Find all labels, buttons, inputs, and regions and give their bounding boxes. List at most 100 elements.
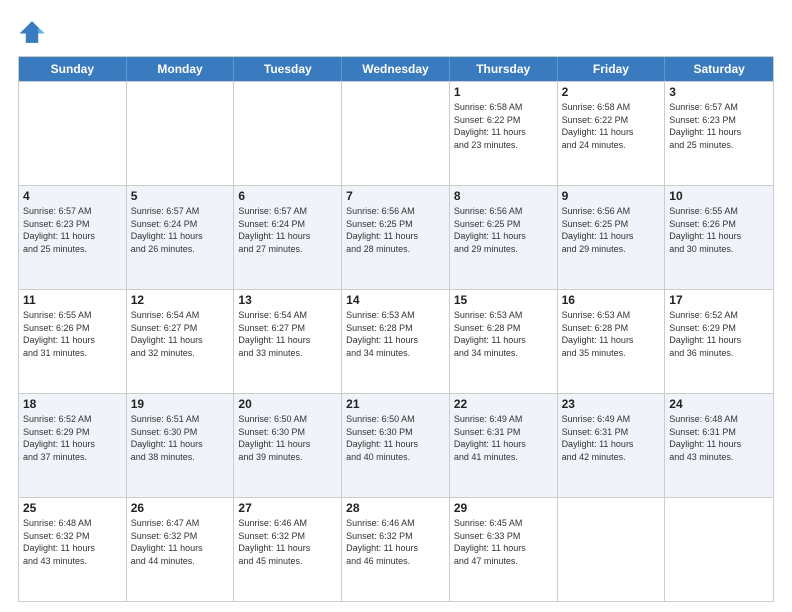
calendar-header-sunday: Sunday	[19, 57, 127, 81]
day-info: Sunrise: 6:53 AM Sunset: 6:28 PM Dayligh…	[346, 309, 445, 359]
day-info: Sunrise: 6:53 AM Sunset: 6:28 PM Dayligh…	[562, 309, 661, 359]
calendar-cell-w4d1: 26Sunrise: 6:47 AM Sunset: 6:32 PM Dayli…	[127, 498, 235, 601]
calendar-cell-w3d6: 24 Sunrise: 6:48 AM Sunset: 6:31 PM Dayli…	[665, 394, 773, 497]
day-info: Sunrise: 6:50 AM Sunset: 6:30 PM Dayligh…	[346, 413, 445, 463]
day-info: Sunrise: 6:51 AM Sunset: 6:30 PM Dayligh…	[131, 413, 230, 463]
day-number: 4	[23, 189, 122, 203]
day-info: Sunrise: 6:52 AM Sunset: 6:29 PM Dayligh…	[23, 413, 122, 463]
day-number: 15	[454, 293, 553, 307]
day-info: Sunrise: 6:53 AM Sunset: 6:28 PM Dayligh…	[454, 309, 553, 359]
calendar-cell-w3d1: 19Sunrise: 6:51 AM Sunset: 6:30 PM Dayli…	[127, 394, 235, 497]
day-number: 11	[23, 293, 122, 307]
header	[18, 18, 774, 46]
day-number: 28	[346, 501, 445, 515]
calendar-cell-w2d3: 14 Sunrise: 6:53 AM Sunset: 6:28 PM Dayli…	[342, 290, 450, 393]
calendar-week-3: 18 Sunrise: 6:52 AM Sunset: 6:29 PM Dayli…	[19, 393, 773, 497]
calendar-cell-w3d0: 18 Sunrise: 6:52 AM Sunset: 6:29 PM Dayli…	[19, 394, 127, 497]
calendar-week-2: 11 Sunrise: 6:55 AM Sunset: 6:26 PM Dayli…	[19, 289, 773, 393]
day-info: Sunrise: 6:54 AM Sunset: 6:27 PM Dayligh…	[238, 309, 337, 359]
calendar-cell-w4d0: 25 Sunrise: 6:48 AM Sunset: 6:32 PM Dayli…	[19, 498, 127, 601]
logo	[18, 18, 50, 46]
day-info: Sunrise: 6:48 AM Sunset: 6:32 PM Dayligh…	[23, 517, 122, 567]
calendar-cell-w2d6: 17 Sunrise: 6:52 AM Sunset: 6:29 PM Dayli…	[665, 290, 773, 393]
day-info: Sunrise: 6:48 AM Sunset: 6:31 PM Dayligh…	[669, 413, 769, 463]
calendar-cell-w0d2	[234, 82, 342, 185]
calendar-cell-w2d2: 13 Sunrise: 6:54 AM Sunset: 6:27 PM Dayli…	[234, 290, 342, 393]
calendar-cell-w1d1: 5 Sunrise: 6:57 AM Sunset: 6:24 PM Daylig…	[127, 186, 235, 289]
calendar-cell-w1d3: 7 Sunrise: 6:56 AM Sunset: 6:25 PM Daylig…	[342, 186, 450, 289]
calendar-cell-w1d4: 8 Sunrise: 6:56 AM Sunset: 6:25 PM Daylig…	[450, 186, 558, 289]
logo-icon	[18, 18, 46, 46]
calendar-header-row: SundayMondayTuesdayWednesdayThursdayFrid…	[19, 57, 773, 81]
page: SundayMondayTuesdayWednesdayThursdayFrid…	[0, 0, 792, 612]
calendar-cell-w3d3: 21 Sunrise: 6:50 AM Sunset: 6:30 PM Dayli…	[342, 394, 450, 497]
calendar-cell-w4d3: 28 Sunrise: 6:46 AM Sunset: 6:32 PM Dayli…	[342, 498, 450, 601]
day-number: 25	[23, 501, 122, 515]
day-info: Sunrise: 6:46 AM Sunset: 6:32 PM Dayligh…	[346, 517, 445, 567]
calendar-cell-w4d6	[665, 498, 773, 601]
calendar-cell-w1d6: 10 Sunrise: 6:55 AM Sunset: 6:26 PM Dayli…	[665, 186, 773, 289]
calendar-header-wednesday: Wednesday	[342, 57, 450, 81]
calendar-week-4: 25 Sunrise: 6:48 AM Sunset: 6:32 PM Dayli…	[19, 497, 773, 601]
day-info: Sunrise: 6:57 AM Sunset: 6:24 PM Dayligh…	[131, 205, 230, 255]
calendar-cell-w3d2: 20 Sunrise: 6:50 AM Sunset: 6:30 PM Dayli…	[234, 394, 342, 497]
day-number: 12	[131, 293, 230, 307]
day-info: Sunrise: 6:57 AM Sunset: 6:23 PM Dayligh…	[669, 101, 769, 151]
calendar-cell-w0d3	[342, 82, 450, 185]
calendar-week-0: 1 Sunrise: 6:58 AM Sunset: 6:22 PM Daylig…	[19, 81, 773, 185]
calendar-cell-w0d5: 2 Sunrise: 6:58 AM Sunset: 6:22 PM Daylig…	[558, 82, 666, 185]
day-info: Sunrise: 6:58 AM Sunset: 6:22 PM Dayligh…	[562, 101, 661, 151]
day-number: 2	[562, 85, 661, 99]
calendar-cell-w2d5: 16 Sunrise: 6:53 AM Sunset: 6:28 PM Dayli…	[558, 290, 666, 393]
calendar-cell-w0d1	[127, 82, 235, 185]
day-number: 21	[346, 397, 445, 411]
day-number: 24	[669, 397, 769, 411]
day-number: 5	[131, 189, 230, 203]
day-number: 6	[238, 189, 337, 203]
day-number: 1	[454, 85, 553, 99]
day-number: 3	[669, 85, 769, 99]
day-info: Sunrise: 6:55 AM Sunset: 6:26 PM Dayligh…	[23, 309, 122, 359]
calendar-cell-w3d4: 22Sunrise: 6:49 AM Sunset: 6:31 PM Dayli…	[450, 394, 558, 497]
day-number: 27	[238, 501, 337, 515]
calendar-body: 1 Sunrise: 6:58 AM Sunset: 6:22 PM Daylig…	[19, 81, 773, 601]
calendar-cell-w1d5: 9Sunrise: 6:56 AM Sunset: 6:25 PM Daylig…	[558, 186, 666, 289]
day-info: Sunrise: 6:56 AM Sunset: 6:25 PM Dayligh…	[346, 205, 445, 255]
calendar-cell-w2d4: 15 Sunrise: 6:53 AM Sunset: 6:28 PM Dayli…	[450, 290, 558, 393]
calendar-cell-w4d5	[558, 498, 666, 601]
day-info: Sunrise: 6:50 AM Sunset: 6:30 PM Dayligh…	[238, 413, 337, 463]
calendar-cell-w1d0: 4 Sunrise: 6:57 AM Sunset: 6:23 PM Daylig…	[19, 186, 127, 289]
day-info: Sunrise: 6:58 AM Sunset: 6:22 PM Dayligh…	[454, 101, 553, 151]
calendar-cell-w0d4: 1 Sunrise: 6:58 AM Sunset: 6:22 PM Daylig…	[450, 82, 558, 185]
day-info: Sunrise: 6:52 AM Sunset: 6:29 PM Dayligh…	[669, 309, 769, 359]
day-number: 18	[23, 397, 122, 411]
day-number: 14	[346, 293, 445, 307]
day-number: 7	[346, 189, 445, 203]
day-number: 16	[562, 293, 661, 307]
calendar-header-monday: Monday	[127, 57, 235, 81]
day-number: 20	[238, 397, 337, 411]
day-info: Sunrise: 6:49 AM Sunset: 6:31 PM Dayligh…	[562, 413, 661, 463]
calendar-cell-w1d2: 6Sunrise: 6:57 AM Sunset: 6:24 PM Daylig…	[234, 186, 342, 289]
calendar-week-1: 4 Sunrise: 6:57 AM Sunset: 6:23 PM Daylig…	[19, 185, 773, 289]
calendar-cell-w2d0: 11 Sunrise: 6:55 AM Sunset: 6:26 PM Dayli…	[19, 290, 127, 393]
day-number: 23	[562, 397, 661, 411]
day-info: Sunrise: 6:47 AM Sunset: 6:32 PM Dayligh…	[131, 517, 230, 567]
day-info: Sunrise: 6:56 AM Sunset: 6:25 PM Dayligh…	[454, 205, 553, 255]
day-number: 8	[454, 189, 553, 203]
day-number: 13	[238, 293, 337, 307]
calendar-header-friday: Friday	[558, 57, 666, 81]
day-info: Sunrise: 6:55 AM Sunset: 6:26 PM Dayligh…	[669, 205, 769, 255]
day-number: 17	[669, 293, 769, 307]
day-info: Sunrise: 6:45 AM Sunset: 6:33 PM Dayligh…	[454, 517, 553, 567]
calendar-header-tuesday: Tuesday	[234, 57, 342, 81]
day-info: Sunrise: 6:57 AM Sunset: 6:23 PM Dayligh…	[23, 205, 122, 255]
day-number: 10	[669, 189, 769, 203]
calendar-header-thursday: Thursday	[450, 57, 558, 81]
day-number: 29	[454, 501, 553, 515]
calendar-cell-w4d2: 27Sunrise: 6:46 AM Sunset: 6:32 PM Dayli…	[234, 498, 342, 601]
calendar-cell-w3d5: 23 Sunrise: 6:49 AM Sunset: 6:31 PM Dayli…	[558, 394, 666, 497]
day-number: 9	[562, 189, 661, 203]
day-number: 22	[454, 397, 553, 411]
day-info: Sunrise: 6:54 AM Sunset: 6:27 PM Dayligh…	[131, 309, 230, 359]
